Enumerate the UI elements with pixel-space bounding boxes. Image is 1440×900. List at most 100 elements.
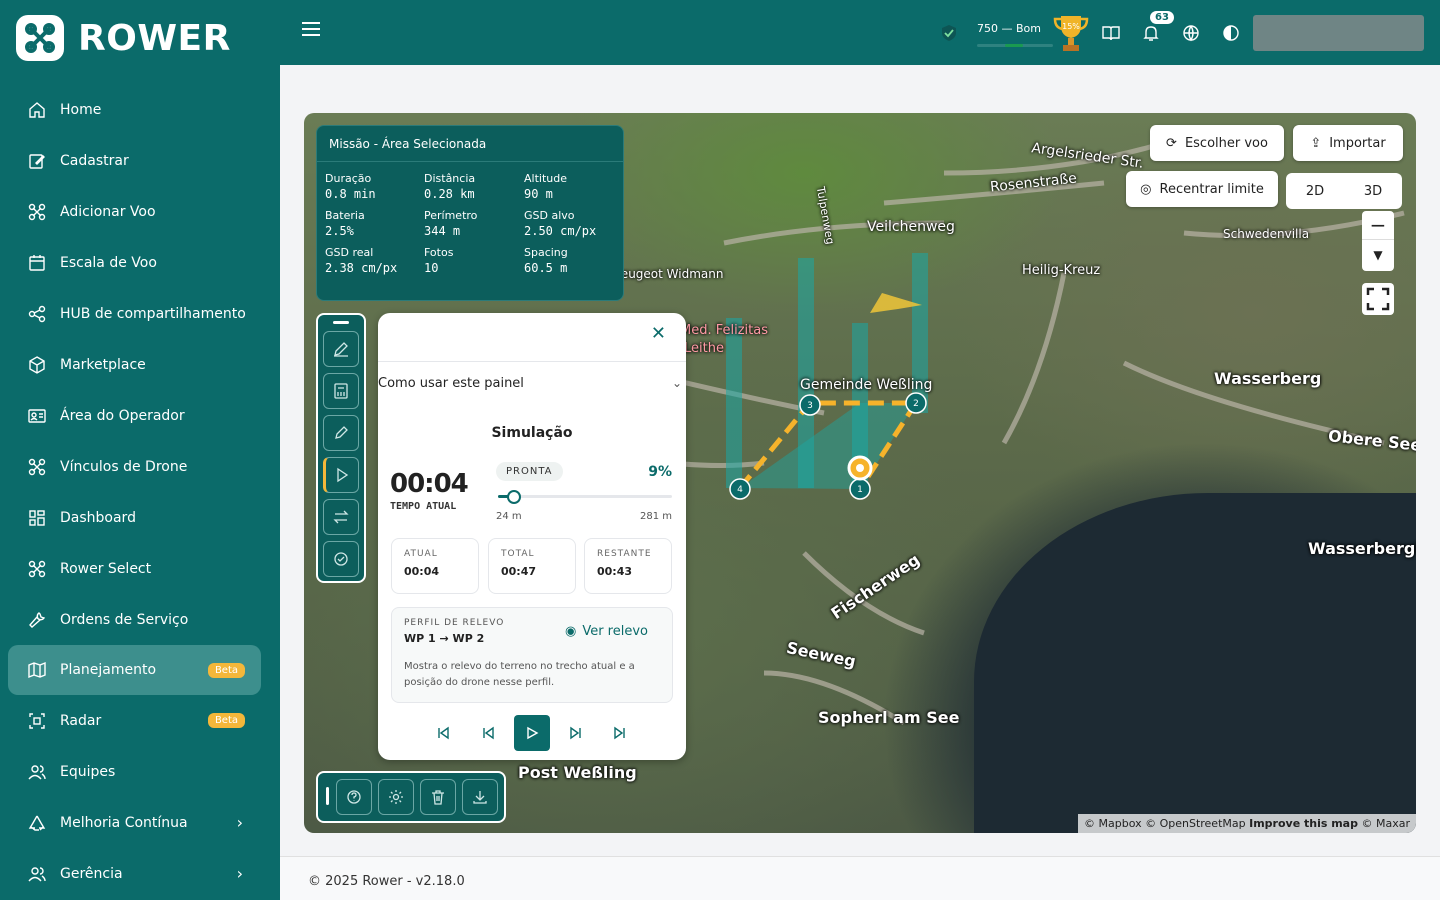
id-card-icon (28, 408, 46, 423)
trophy-icon[interactable]: 15% (1051, 12, 1091, 54)
current-time: 00:04 (390, 469, 469, 499)
play-icon (527, 726, 539, 740)
sidebar-item-cadastrar[interactable]: Cadastrar (8, 135, 261, 186)
zoom-out-button[interactable]: − (1362, 211, 1394, 239)
sidebar-item-label: Rower Select (60, 560, 152, 577)
notification-count: 63 (1150, 11, 1174, 24)
time-remaining-box: RESTANTE 00:43 (584, 538, 672, 594)
sidebar-nav: Home Cadastrar Adicionar Voo Escala de V… (8, 84, 261, 899)
gear-icon (389, 790, 403, 804)
drone-icon (28, 458, 46, 475)
sidebar-item-label: HUB de compartilhamento (60, 305, 246, 322)
close-icon[interactable]: ✕ (651, 323, 666, 344)
drag-handle[interactable] (326, 787, 329, 805)
sidebar-item-ordens-servico[interactable]: Ordens de Serviço (8, 594, 261, 645)
recenter-button[interactable]: ◎ Recentrar limite (1126, 171, 1278, 207)
skip-start-icon (438, 726, 449, 740)
drone-icon (28, 560, 46, 577)
sidebar-item-planejamento[interactable]: Planejamento Beta (8, 645, 261, 695)
progress-track[interactable] (498, 495, 672, 498)
chevron-down-icon[interactable]: ⌄ (672, 376, 682, 390)
skip-to-start-button[interactable] (425, 715, 461, 751)
progress-percent: 9% (648, 464, 672, 480)
simulation-title: Simulação (491, 425, 573, 441)
help-button[interactable] (336, 779, 372, 815)
sidebar-item-gerencia[interactable]: Gerência › (8, 848, 261, 899)
simulation-panel: ✕ Como usar este painel ⌄ Simulação 00:0… (378, 313, 686, 760)
check-tool-button[interactable] (323, 541, 359, 577)
step-forward-button[interactable] (558, 715, 594, 751)
user-menu[interactable] (1253, 15, 1424, 51)
waypoint-label: 3 (807, 401, 813, 411)
bottom-tool-strip (316, 771, 506, 823)
draw-tool-button[interactable] (323, 331, 359, 367)
view-2d-button[interactable]: 2D (1286, 173, 1344, 209)
stat-distance: Distância 0.28 km (424, 172, 476, 201)
download-button[interactable] (462, 779, 498, 815)
globe-icon[interactable] (1182, 24, 1200, 42)
sidebar-item-label: Cadastrar (60, 152, 129, 169)
sidebar-item-label: Marketplace (60, 356, 146, 373)
choose-flight-button[interactable]: ⟳ Escolher voo (1150, 125, 1284, 161)
stat-spacing: Spacing 60.5 m (524, 246, 568, 275)
skip-to-end-button[interactable] (602, 715, 638, 751)
sidebar-item-label: Radar (60, 712, 102, 729)
app-name: ROWER (78, 17, 231, 59)
sidebar-item-escala-de-voo[interactable]: Escala de Voo (8, 237, 261, 288)
fullscreen-icon (1366, 287, 1390, 311)
range-end: 281 m (639, 511, 672, 522)
tool-strip (316, 313, 366, 583)
sidebar-item-melhoria-continua[interactable]: Melhoria Contínua › (8, 797, 261, 848)
book-icon[interactable] (1102, 24, 1120, 42)
compass-icon[interactable]: ▼ (1362, 240, 1394, 270)
progress-slider-handle[interactable] (506, 490, 521, 504)
map-label: Heilig-Kreuz (1022, 263, 1101, 278)
map-label: Veilchenweg (867, 219, 955, 235)
recycle-icon (28, 815, 46, 831)
drag-handle[interactable] (333, 321, 349, 324)
sidebar-item-label: Ordens de Serviço (60, 611, 189, 628)
sidebar-item-area-operador[interactable]: Área do Operador (8, 390, 261, 441)
logo[interactable]: ROWER (16, 15, 231, 61)
stat-photos: Fotos 10 (424, 246, 454, 275)
sidebar-item-radar[interactable]: Radar Beta (8, 695, 261, 746)
how-to-use-toggle[interactable]: Como usar este painel (378, 376, 524, 391)
sidebar-item-rower-select[interactable]: Rower Select (8, 543, 261, 594)
map-label: Leithe (684, 341, 724, 356)
sidebar-item-adicionar-voo[interactable]: Adicionar Voo (8, 186, 261, 237)
sidebar-item-vinculos-drone[interactable]: Vínculos de Drone (8, 441, 261, 492)
contrast-icon[interactable] (1222, 24, 1240, 42)
waypoint-label: 4 (737, 485, 743, 495)
import-button[interactable]: ⇪ Importar (1293, 125, 1403, 161)
map-label: Gemeinde Weßling (800, 377, 933, 393)
map-label: Med. Felizitas (680, 323, 768, 338)
edit-tool-button[interactable] (323, 415, 359, 451)
delete-button[interactable] (420, 779, 456, 815)
calculator-icon (334, 383, 348, 399)
sidebar-item-dashboard[interactable]: Dashboard (8, 492, 261, 543)
sidebar-item-label: Vínculos de Drone (60, 458, 188, 475)
view-3d-button[interactable]: 3D (1344, 173, 1402, 209)
drone-logo-icon (16, 15, 64, 61)
edit-icon (29, 153, 45, 169)
simulation-tool-button[interactable] (323, 457, 359, 493)
menu-icon[interactable] (302, 22, 320, 44)
edit-icon (335, 426, 348, 439)
sidebar-item-hub[interactable]: HUB de compartilhamento (8, 288, 261, 339)
settings-button[interactable] (378, 779, 414, 815)
fullscreen-button[interactable] (1362, 283, 1394, 315)
bell-icon[interactable] (1142, 24, 1160, 42)
play-button[interactable] (514, 715, 550, 751)
sidebar-item-home[interactable]: Home (8, 84, 261, 135)
footer: © 2025 Rower - v2.18.0 (280, 856, 1440, 900)
swap-tool-button[interactable] (323, 499, 359, 535)
waypoint-label: 1 (857, 485, 863, 495)
step-back-button[interactable] (470, 715, 506, 751)
stat-duration: Duração 0.8 min (325, 172, 376, 201)
calculator-tool-button[interactable] (323, 373, 359, 409)
sidebar-item-equipes[interactable]: Equipes (8, 746, 261, 797)
chevron-right-icon: › (236, 813, 243, 832)
improve-map-link[interactable]: Improve this map (1249, 817, 1358, 830)
sidebar-item-marketplace[interactable]: Marketplace (8, 339, 261, 390)
view-relief-button[interactable]: ◉ Ver relevo (565, 624, 648, 639)
